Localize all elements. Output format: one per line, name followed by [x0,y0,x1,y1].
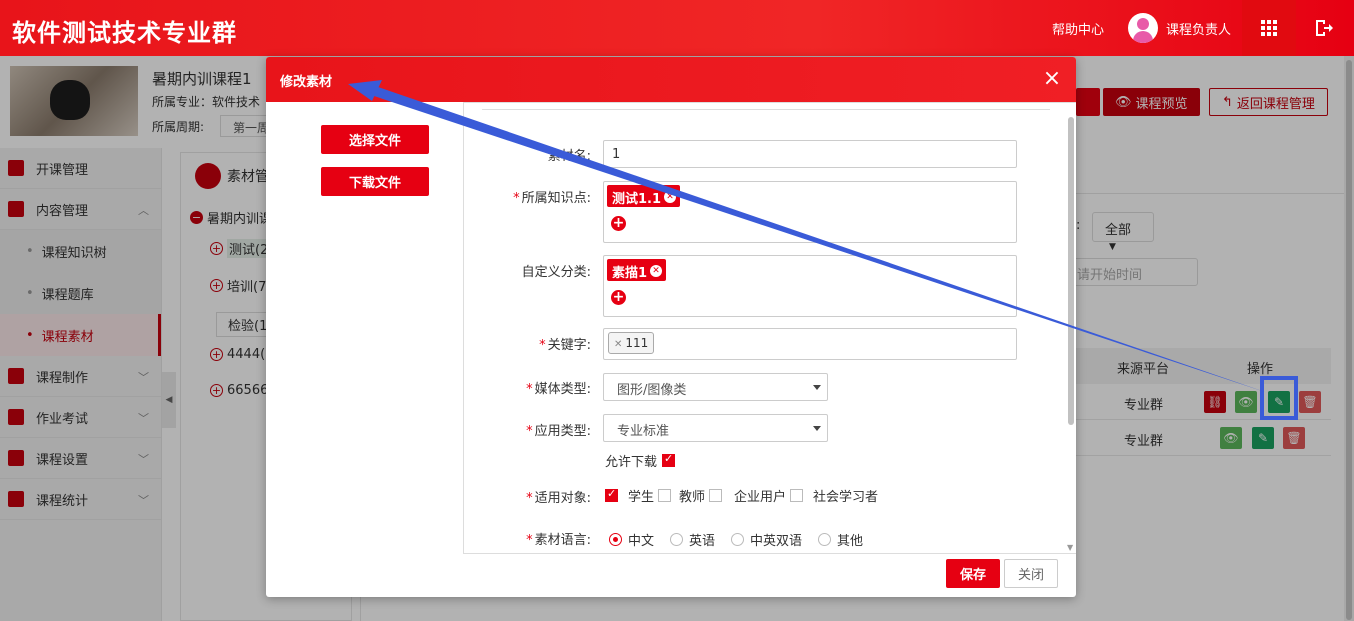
knowledge-label: * 所属知识点: [513,191,591,206]
allow-download-checkbox[interactable] [662,452,676,467]
language-options: 中文 英语 中英双语 其他 [609,530,863,549]
logout-icon[interactable] [1296,0,1350,56]
category-tag: 素描1 ✕ [607,259,667,281]
app-type-label-text: 应用类型: [534,424,591,439]
modal-title: 修改素材 [280,75,333,90]
language-bilingual-radio[interactable] [731,533,745,546]
modal-file-actions: 选择文件 下载文件 [266,102,463,552]
audience-label-text: 适用对象: [534,491,591,506]
keyword-chip-label: 111 [625,336,649,350]
media-type-select[interactable]: 图形/图像类 [603,373,828,401]
audience-option-label: 学生 [628,490,655,505]
custom-category-field[interactable]: 素描1 ✕ + [603,255,1017,317]
keyword-input[interactable]: ✕ 111 [603,328,1017,360]
form-scrollbar-thumb[interactable] [1068,117,1074,425]
allow-download-row: 允许下载 [605,451,676,470]
add-knowledge-icon[interactable]: + [611,216,626,231]
audience-options: 学生 教师 企业用户 社会学习者 [605,486,878,505]
audience-enterprise-checkbox[interactable] [709,489,723,502]
language-chinese-radio[interactable] [609,533,622,546]
annotation-highlight-box [1260,376,1298,420]
audience-public-checkbox[interactable] [790,489,804,502]
language-label: * 素材语言: [526,533,591,548]
media-type-label-text: 媒体类型: [534,382,591,397]
select-file-button[interactable]: 选择文件 [321,125,429,154]
caret-down-icon [813,426,821,431]
top-bar: 软件测试技术专业群 帮助中心 课程负责人 [0,0,1354,56]
app-type-label: * 应用类型: [526,424,591,439]
app-type-value: 专业标准 [617,424,670,439]
remove-keyword-icon[interactable]: ✕ [614,339,622,350]
language-option-label: 中文 [628,534,655,549]
edit-material-modal: 修改素材 × 选择文件 下载文件 素材名: 1 * 所属知识点: 测试1.1 ✕ … [266,57,1076,597]
download-file-button[interactable]: 下载文件 [321,167,429,196]
keyword-label-text: 关键字: [547,338,591,353]
audience-student-checkbox[interactable] [605,487,618,502]
material-name-input[interactable]: 1 [603,140,1017,168]
help-center-link[interactable]: 帮助中心 [1052,19,1104,38]
category-tag-label: 素描1 [612,265,648,281]
name-label: 素材名: [547,149,591,164]
audience-option-label: 社会学习者 [813,490,879,505]
knowledge-label-text: 所属知识点: [521,191,591,206]
knowledge-point-field[interactable]: 测试1.1 ✕ + [603,181,1017,243]
add-category-icon[interactable]: + [611,290,626,305]
language-label-text: 素材语言: [534,533,591,548]
modal-header: 修改素材 × [266,57,1076,102]
language-english-radio[interactable] [670,533,684,546]
audience-teacher-checkbox[interactable] [658,489,672,502]
media-type-label: * 媒体类型: [526,382,591,397]
language-option-label: 其他 [837,534,864,549]
close-button[interactable]: 关闭 [1004,559,1058,588]
allow-download-label: 允许下载 [605,455,658,470]
remove-tag-icon[interactable]: ✕ [664,191,677,203]
keyword-chip: ✕ 111 [608,332,655,354]
language-option-label: 英语 [689,534,716,549]
remove-tag-icon[interactable]: ✕ [650,265,663,277]
save-button[interactable]: 保存 [946,559,1000,588]
audience-option-label: 企业用户 [734,490,787,505]
knowledge-tag: 测试1.1 ✕ [607,185,681,207]
scroll-down-arrow-icon[interactable]: ▼ [1067,543,1073,552]
knowledge-tag-label: 测试1.1 [612,191,662,207]
close-icon[interactable]: × [1042,68,1062,90]
app-title: 软件测试技术专业群 [12,19,237,47]
user-name[interactable]: 课程负责人 [1166,19,1231,38]
app-type-select[interactable]: 专业标准 [603,414,828,442]
audience-label: * 适用对象: [526,491,591,506]
category-label: 自定义分类: [521,265,591,280]
apps-grid-icon[interactable] [1242,0,1296,56]
material-form: 素材名: 1 * 所属知识点: 测试1.1 ✕ + 自定义分类: 素描1 ✕ + … [463,102,1076,554]
form-divider [482,109,1050,110]
language-option-label: 中英双语 [750,534,803,549]
media-type-value: 图形/图像类 [617,383,687,398]
audience-option-label: 教师 [679,490,706,505]
user-avatar-icon[interactable] [1128,13,1158,43]
keyword-label: * 关键字: [539,338,591,353]
caret-down-icon [813,385,821,390]
language-other-radio[interactable] [818,533,832,546]
